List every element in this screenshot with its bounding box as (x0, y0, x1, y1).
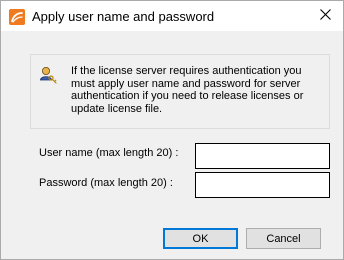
ok-button[interactable]: OK (163, 228, 238, 249)
cancel-button[interactable]: Cancel (246, 228, 321, 249)
info-panel: If the license server requires authentic… (30, 54, 330, 129)
app-logo-icon (9, 9, 25, 25)
password-input[interactable] (195, 172, 330, 198)
close-icon (319, 7, 331, 25)
title-bar: Apply user name and password (1, 1, 343, 31)
window-title: Apply user name and password (32, 9, 215, 24)
dialog-window: Apply user name and password If the lice… (0, 0, 344, 260)
password-label: Password (max length 20) : (39, 177, 173, 189)
close-button[interactable] (307, 1, 343, 31)
username-label: User name (max length 20) : (39, 147, 179, 159)
key-user-icon (38, 65, 58, 85)
info-message: If the license server requires authentic… (71, 65, 304, 115)
username-input[interactable] (195, 143, 330, 169)
